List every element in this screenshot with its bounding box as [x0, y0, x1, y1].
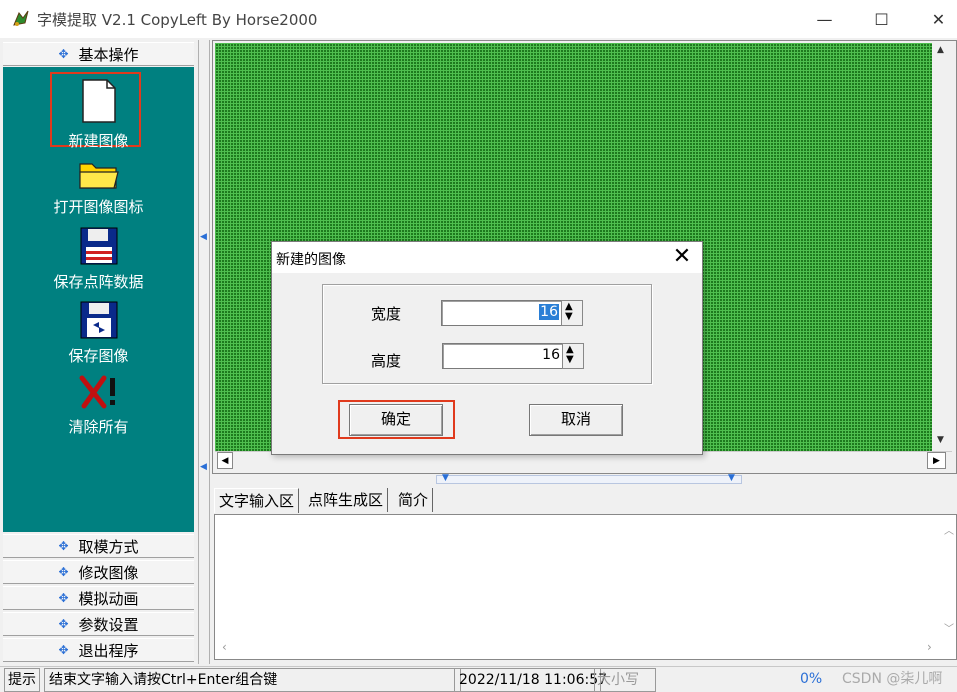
- width-input[interactable]: 16: [441, 300, 563, 326]
- section-marker-icon: ✥: [58, 643, 69, 657]
- section-capture-mode[interactable]: ✥ 取模方式: [3, 534, 194, 558]
- maximize-button[interactable]: ☐: [853, 0, 910, 38]
- scroll-left-icon[interactable]: ◀: [217, 452, 233, 469]
- ok-button[interactable]: 确定: [349, 404, 443, 436]
- tool-label: 保存点阵数据: [53, 273, 144, 291]
- section-label: 模拟动画: [78, 589, 139, 608]
- section-label: 退出程序: [78, 641, 139, 660]
- tool-clear-all[interactable]: 清除所有: [3, 374, 194, 437]
- new-document-icon: [81, 79, 116, 123]
- height-label: 高度: [371, 352, 402, 370]
- scroll-left-icon[interactable]: ‹: [222, 640, 227, 654]
- status-percent: 0%: [800, 671, 823, 687]
- collapse-down-icon[interactable]: ▼: [442, 473, 449, 483]
- app-logo-icon: [11, 9, 31, 29]
- watermark: CSDN @柒儿啊: [842, 671, 943, 687]
- section-label: 取模方式: [78, 537, 139, 556]
- status-caps: 大小写: [594, 668, 656, 692]
- section-animation[interactable]: ✥ 模拟动画: [3, 586, 194, 610]
- floppy-disk-icon: [80, 227, 117, 265]
- section-label: 修改图像: [78, 563, 139, 582]
- tab-dot-matrix[interactable]: 点阵生成区: [304, 488, 389, 512]
- collapse-down-icon[interactable]: ▼: [728, 473, 735, 483]
- dialog-title: 新建的图像: [276, 252, 346, 268]
- width-spinner[interactable]: ▲ ▼: [561, 300, 583, 326]
- scroll-up-icon[interactable]: ︿: [944, 522, 954, 537]
- section-edit-image[interactable]: ✥ 修改图像: [3, 560, 194, 584]
- section-label: 基本操作: [78, 45, 139, 64]
- tool-save-dot-data[interactable]: 保存点阵数据: [3, 227, 194, 292]
- tool-save-image[interactable]: 保存图像: [3, 301, 194, 366]
- section-marker-icon: ✥: [58, 565, 69, 579]
- vertical-splitter[interactable]: [198, 40, 210, 664]
- section-marker-icon: ✥: [58, 591, 69, 605]
- vertical-scrollbar[interactable]: ▲ ▼: [932, 43, 952, 451]
- collapse-left-icon[interactable]: ◀: [200, 462, 207, 472]
- spin-down-icon[interactable]: ▼: [566, 355, 574, 365]
- tool-open-image[interactable]: 打开图像图标: [3, 158, 194, 217]
- scroll-down-icon[interactable]: ﹀: [944, 620, 954, 635]
- tool-label: 清除所有: [68, 418, 129, 436]
- tool-label: 打开图像图标: [53, 198, 144, 216]
- collapse-left-icon[interactable]: ◀: [200, 232, 207, 242]
- cancel-button[interactable]: 取消: [529, 404, 623, 436]
- dialog-close-button[interactable]: ✕: [668, 243, 696, 271]
- width-label: 宽度: [371, 305, 402, 323]
- minimize-button[interactable]: —: [796, 0, 853, 38]
- scroll-right-icon[interactable]: ›: [927, 640, 932, 654]
- section-marker-icon: ✥: [58, 47, 69, 61]
- width-value: 16: [539, 304, 559, 320]
- section-settings[interactable]: ✥ 参数设置: [3, 612, 194, 636]
- section-marker-icon: ✥: [58, 617, 69, 631]
- text-input-area[interactable]: [214, 514, 957, 660]
- scroll-up-icon[interactable]: ▲: [937, 45, 944, 55]
- window-title: 字模提取 V2.1 CopyLeft By Horse2000: [37, 11, 318, 29]
- horizontal-splitter[interactable]: [436, 475, 742, 484]
- close-window-button[interactable]: ✕: [910, 0, 957, 38]
- section-basic-ops[interactable]: ✥ 基本操作: [3, 42, 194, 66]
- scroll-right-icon[interactable]: ▶: [927, 452, 946, 469]
- tool-new-image[interactable]: 新建图像: [3, 78, 194, 151]
- status-hint-label: 提示: [4, 668, 40, 692]
- tab-text-input[interactable]: 文字输入区: [214, 488, 300, 513]
- tool-label: 新建图像: [68, 132, 129, 150]
- save-image-icon: [80, 301, 117, 339]
- section-exit[interactable]: ✥ 退出程序: [3, 638, 194, 662]
- clear-x-icon: [79, 375, 115, 409]
- scroll-down-icon[interactable]: ▼: [937, 435, 944, 445]
- folder-icon: [78, 163, 119, 189]
- tool-label: 保存图像: [68, 347, 129, 365]
- height-spinner[interactable]: ▲ ▼: [562, 343, 584, 369]
- height-value: 16: [542, 347, 560, 363]
- status-datetime: 2022/11/18 11:06:57: [454, 668, 607, 692]
- section-marker-icon: ✥: [58, 539, 69, 553]
- tab-intro[interactable]: 简介: [394, 488, 434, 512]
- spin-down-icon[interactable]: ▼: [565, 312, 573, 322]
- height-input[interactable]: 16: [442, 343, 564, 369]
- section-label: 参数设置: [78, 615, 139, 634]
- status-message: 结束文字输入请按Ctrl+Enter组合键: [44, 668, 461, 692]
